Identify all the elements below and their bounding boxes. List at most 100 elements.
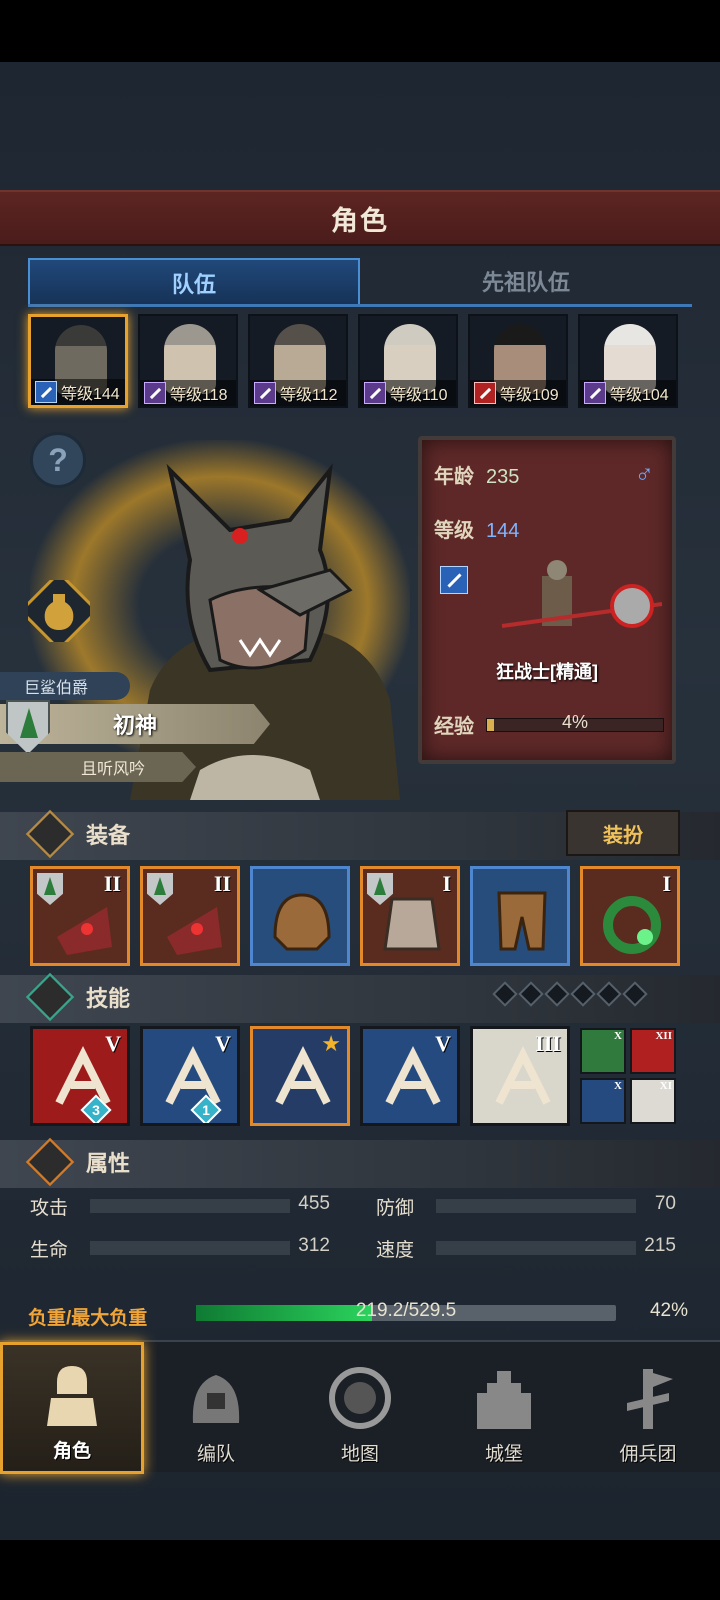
dress-up-label: 装扮 — [603, 824, 643, 847]
bottom-nav: 角色 编队 地图 城堡 佣兵团 — [0, 1340, 720, 1474]
class-badge-icon — [254, 382, 276, 404]
equipment-slot[interactable]: I — [360, 866, 460, 966]
help-button[interactable]: ? — [30, 432, 86, 488]
attack-row: 攻击 455 — [30, 1193, 330, 1219]
mini-skill-slot[interactable]: XII — [630, 1028, 676, 1074]
level-label: 等级 — [434, 520, 474, 542]
skill-slot[interactable]: III — [470, 1026, 570, 1126]
class-badge-icon — [474, 382, 496, 404]
skill-slot[interactable]: V3 — [30, 1026, 130, 1126]
sword-section-icon — [25, 809, 75, 859]
mini-skill-tier: X — [614, 1030, 622, 1042]
skill-tier: III — [535, 1031, 561, 1056]
attack-track — [90, 1199, 290, 1213]
load-value: 219.2/529.5 — [355, 1300, 457, 1321]
attributes-label: 属性 — [86, 1151, 131, 1176]
unit-figure — [501, 560, 662, 628]
class-name: 狂战士[精通] — [496, 662, 598, 682]
nav-item[interactable]: 编队 — [144, 1342, 288, 1474]
tab-team[interactable]: 队伍 — [28, 258, 360, 306]
attack-value: 455 — [298, 1193, 330, 1214]
skill-slot-diamond-icon — [570, 981, 596, 1007]
dress-up-button[interactable]: 装扮 — [566, 810, 680, 856]
mini-skill-slot[interactable]: X — [580, 1028, 626, 1074]
skill-slot-diamond-icon — [518, 981, 544, 1007]
roster-portrait[interactable]: 等级144 — [28, 314, 128, 408]
speed-label: 速度 — [376, 1240, 415, 1261]
roster-portrait[interactable]: 等级110 — [358, 314, 458, 408]
load-percent: 42% — [649, 1300, 688, 1321]
compass-icon — [329, 1367, 391, 1429]
equipment-slot[interactable]: II — [30, 866, 130, 966]
male-gender-icon: ♂ — [634, 458, 655, 488]
nav-item-label: 地图 — [340, 1444, 379, 1465]
mini-skill-slot[interactable]: X — [580, 1078, 626, 1124]
star-icon: ★ — [321, 1031, 341, 1056]
equipment-item-icon — [273, 893, 331, 951]
skill-slot-indicators — [492, 981, 648, 1007]
skill-slot-diamond-icon — [492, 981, 518, 1007]
tab-ancestor-team[interactable]: 先祖队伍 — [360, 258, 692, 306]
skill-slot[interactable]: V — [360, 1026, 460, 1126]
nav-item-label: 佣兵团 — [619, 1444, 677, 1465]
roster-portrait[interactable]: 等级109 — [468, 314, 568, 408]
skill-tier: V — [105, 1031, 121, 1056]
sword-class-icon — [440, 566, 468, 594]
speed-value: 215 — [644, 1235, 676, 1256]
hero-title-tag: 巨鲨伯爵 — [0, 672, 130, 700]
roster-portrait[interactable]: 等级104 — [578, 314, 678, 408]
mini-skill-tier: X — [614, 1080, 622, 1092]
defense-track — [436, 1199, 636, 1213]
skill-slot[interactable]: V1 — [140, 1026, 240, 1126]
nav-item[interactable]: 角色 — [0, 1342, 144, 1474]
equipment-slot[interactable]: II — [140, 866, 240, 966]
portrait-level-text: 等级112 — [280, 387, 338, 404]
nav-item[interactable]: 城堡 — [432, 1342, 576, 1474]
portrait-level: 等级118 — [140, 380, 236, 406]
tab-team-label: 队伍 — [171, 272, 216, 297]
roster-portrait[interactable]: 等级118 — [138, 314, 238, 408]
portrait-level: 等级109 — [470, 380, 566, 406]
system-nav-area — [0, 1540, 720, 1600]
speed-track — [436, 1241, 636, 1255]
defense-row: 防御 70 — [376, 1193, 676, 1219]
equipment-slot[interactable] — [470, 866, 570, 966]
mini-skill-tier: XI — [659, 1080, 672, 1092]
nav-item-label: 城堡 — [484, 1444, 523, 1465]
gem-count: 3 — [92, 1102, 100, 1118]
class-badge-icon — [364, 382, 386, 404]
roster-portrait[interactable]: 等级112 — [248, 314, 348, 408]
portrait-level-text: 等级104 — [610, 387, 669, 404]
skills-header: 技能 — [25, 972, 130, 1022]
skill-slot[interactable]: ★ — [250, 1026, 350, 1126]
speed-row: 速度 215 — [376, 1235, 676, 1261]
attributes-header: 属性 — [25, 1137, 131, 1187]
age-row: 年龄 235 — [434, 460, 519, 489]
equipment-tier: I — [662, 871, 671, 896]
equipment-item-icon — [603, 896, 661, 954]
skill-tier: V — [215, 1031, 231, 1056]
nav-item[interactable]: 地图 — [288, 1342, 432, 1474]
hero-portrait[interactable] — [90, 440, 410, 800]
tab-underline — [28, 304, 692, 307]
helmet-icon — [192, 1375, 240, 1423]
hero-info-panel: 年龄 235 ♂ 等级 144 狂战士[精通] 经验 4% — [418, 436, 676, 764]
status-bar — [0, 0, 720, 62]
class-badge-icon — [35, 381, 57, 403]
nav-item-label: 编队 — [196, 1444, 235, 1465]
portrait-level-text: 等级118 — [170, 387, 228, 404]
defense-value: 70 — [654, 1193, 676, 1214]
portrait-level: 等级112 — [250, 380, 346, 406]
knight-icon — [47, 1366, 97, 1426]
equipment-tier: II — [103, 871, 121, 896]
skill-slot-diamond-icon — [622, 981, 648, 1007]
equipment-slot[interactable] — [250, 866, 350, 966]
potion-button[interactable] — [28, 580, 90, 642]
portrait-level-text: 等级109 — [500, 387, 559, 404]
nav-item-label: 角色 — [52, 1441, 91, 1462]
exp-label: 经验 — [434, 716, 474, 738]
equipment-tier: I — [442, 871, 451, 896]
nav-item[interactable]: 佣兵团 — [576, 1342, 720, 1474]
mini-skill-slot[interactable]: XI — [630, 1078, 676, 1124]
equipment-slot[interactable]: I — [580, 866, 680, 966]
